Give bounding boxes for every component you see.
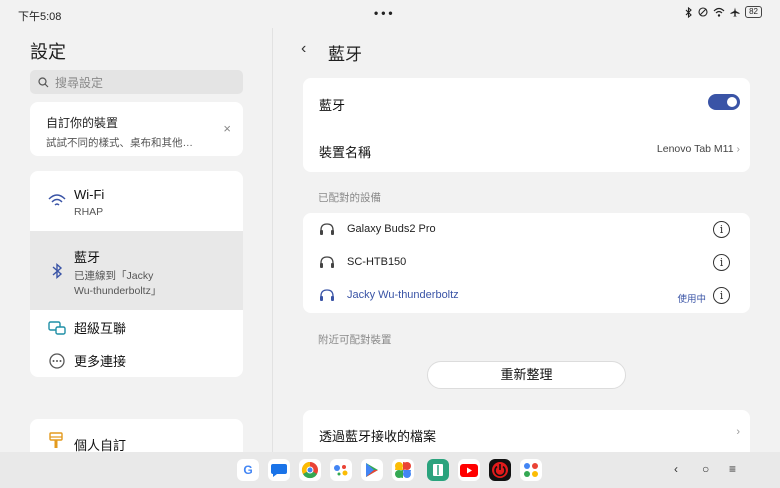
paired-devices-list: Galaxy Buds2 Pro i SC-HTB150 i Jacky Wu-…	[303, 213, 750, 313]
info-icon[interactable]: i	[713, 221, 730, 238]
search-input[interactable]: 搜尋設定	[30, 70, 243, 94]
power-app-icon[interactable]	[489, 459, 511, 481]
settings-sidebar: 設定 搜尋設定 自訂你的裝置 試試不同的樣式、桌布和其他… × Wi-Fi RH…	[0, 28, 272, 459]
paired-device-row[interactable]: SC-HTB150 i	[303, 248, 750, 278]
photos-icon[interactable]	[392, 459, 414, 481]
multitask-dots-icon[interactable]: •••	[374, 6, 396, 20]
info-icon[interactable]: i	[713, 287, 730, 304]
received-files-row[interactable]: 透過藍牙接收的檔案 ›	[303, 410, 750, 452]
taskbar: G ‹ ○ ≡	[0, 452, 780, 488]
bluetooth-settings-card: 藍牙 裝置名稱 Lenovo Tab M11 ›	[303, 78, 750, 172]
customize-subtitle: 試試不同的樣式、桌布和其他…	[46, 137, 193, 149]
sidebar-item-wifi[interactable]: Wi-Fi RHAP	[30, 171, 243, 231]
device-name-value[interactable]: Lenovo Tab M11 ›	[657, 143, 740, 155]
wifi-icon	[48, 194, 66, 206]
messages-icon[interactable]	[268, 459, 290, 481]
more-connections-icon	[49, 353, 65, 369]
play-store-icon[interactable]	[361, 459, 383, 481]
status-icons: 82	[685, 6, 762, 18]
bluetooth-icon	[52, 262, 63, 280]
customize-device-card[interactable]: 自訂你的裝置 試試不同的樣式、桌布和其他… ×	[30, 102, 243, 156]
connection-status: 使用中	[677, 294, 706, 305]
sidebar-item-label: 超級互聯	[74, 321, 127, 336]
connections-card: Wi-Fi RHAP 藍牙 已連線到「Jacky Wu-thunderboltz」…	[30, 171, 243, 377]
paired-device-name: Galaxy Buds2 Pro	[347, 223, 436, 235]
bluetooth-icon	[685, 6, 692, 18]
headphones-icon	[320, 289, 334, 301]
files-icon[interactable]	[427, 459, 449, 481]
chevron-right-icon: ›	[736, 426, 740, 438]
assistant-icon[interactable]	[330, 459, 352, 481]
page-title: 藍牙	[328, 45, 362, 64]
sidebar-item-sublabel: RHAP	[74, 206, 104, 218]
paint-brush-icon	[49, 432, 63, 448]
airplane-mode-icon	[730, 7, 740, 17]
super-link-icon	[48, 321, 66, 335]
paired-device-name: SC-HTB150	[347, 256, 407, 268]
nav-recents-icon[interactable]: ≡	[729, 462, 736, 476]
youtube-icon[interactable]	[458, 459, 480, 481]
sidebar-item-label: Wi-Fi	[74, 187, 105, 202]
sidebar-item-label: 藍牙	[74, 250, 101, 265]
battery-icon: 82	[745, 6, 762, 18]
chevron-right-icon: ›	[736, 143, 741, 155]
sidebar-item-sublabel: 已連線到「Jacky Wu-thunderboltz」	[74, 270, 162, 297]
search-placeholder: 搜尋設定	[55, 75, 104, 90]
headphones-icon	[320, 256, 334, 268]
bluetooth-toggle-label: 藍牙	[319, 98, 346, 113]
sidebar-item-more-connections[interactable]: 更多連接	[30, 344, 243, 377]
search-icon	[38, 76, 49, 87]
nearby-devices-heading: 附近可配對裝置	[318, 334, 392, 346]
status-bar: 下午5:08 ••• 82	[0, 0, 780, 28]
bluetooth-toggle[interactable]	[708, 94, 740, 110]
device-name-label[interactable]: 裝置名稱	[319, 142, 371, 161]
settings-title: 設定	[30, 42, 66, 62]
close-icon[interactable]: ×	[223, 121, 231, 136]
back-button[interactable]: ‹	[301, 40, 306, 58]
app-drawer-icon[interactable]	[520, 459, 542, 481]
chrome-icon[interactable]	[299, 459, 321, 481]
paired-device-row[interactable]: Galaxy Buds2 Pro i	[303, 215, 750, 245]
sidebar-item-super-link[interactable]: 超級互聯	[30, 310, 243, 344]
sidebar-item-label: 更多連接	[74, 354, 127, 369]
do-not-disturb-icon	[698, 7, 708, 17]
sidebar-item-bluetooth[interactable]: 藍牙 已連線到「Jacky Wu-thunderboltz」	[30, 231, 243, 310]
paired-devices-heading: 已配對的設備	[318, 192, 381, 204]
google-icon[interactable]: G	[237, 459, 259, 481]
paired-device-name: Jacky Wu-thunderboltz	[347, 289, 459, 301]
customize-title: 自訂你的裝置	[46, 116, 119, 130]
refresh-button[interactable]: 重新整理	[427, 361, 626, 389]
nav-back-icon[interactable]: ‹	[674, 462, 678, 476]
info-icon[interactable]: i	[713, 254, 730, 271]
received-files-label: 透過藍牙接收的檔案	[319, 429, 437, 444]
nav-home-icon[interactable]: ○	[702, 462, 709, 476]
headphones-icon	[320, 223, 334, 235]
paired-device-row[interactable]: Jacky Wu-thunderboltz 使用中 i	[303, 281, 750, 311]
status-time: 下午5:08	[18, 11, 62, 23]
bluetooth-pane: ‹ 藍牙 藍牙 裝置名稱 Lenovo Tab M11 › 已配對的設備 Gal…	[273, 28, 780, 452]
wifi-icon	[713, 7, 725, 17]
